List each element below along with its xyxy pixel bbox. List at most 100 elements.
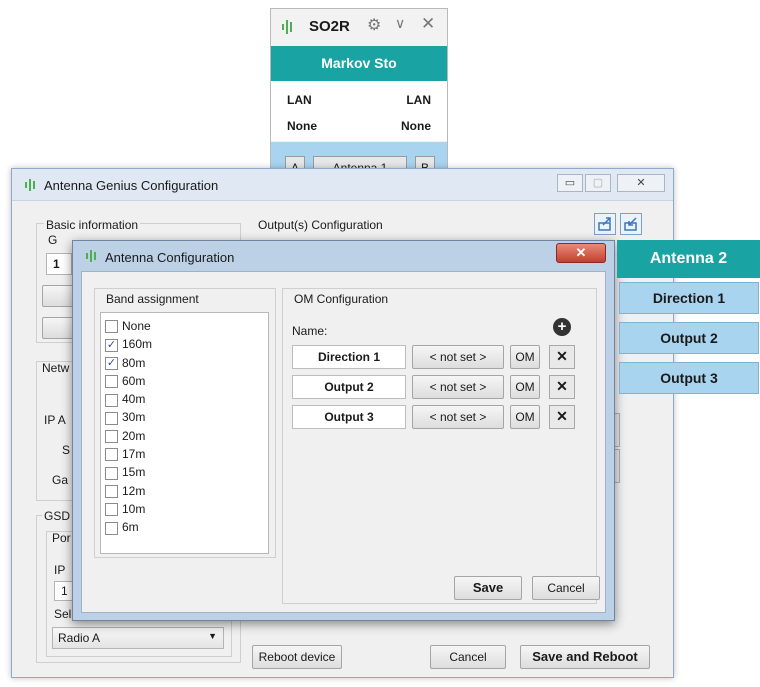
so2r-panel: SO2R ⚙ ∨ ✕ Markov Sto LAN LAN None None … (270, 8, 448, 184)
om-configuration-group (282, 288, 597, 604)
maximize-icon[interactable]: ▢ (585, 174, 611, 192)
dialog-title: Antenna Configuration (105, 250, 235, 265)
left-lan-label: LAN (287, 93, 312, 107)
band-checkbox[interactable]: ✓ (105, 338, 118, 352)
band-checkbox[interactable]: ✓ (105, 356, 118, 370)
delete-icon[interactable]: ✕ (549, 375, 575, 399)
band-checkbox[interactable] (105, 466, 118, 480)
radio-select-value: Radio A (58, 631, 101, 645)
delete-icon[interactable]: ✕ (549, 345, 575, 369)
antenna-side-panel: Antenna 2 Direction 1 Output 2 Output 3 (617, 240, 760, 400)
band-item[interactable]: ✓ 160m (105, 335, 152, 353)
ip-address-label: IP A (44, 413, 66, 427)
side-item-button[interactable]: Output 2 (619, 322, 759, 354)
band-label: 6m (122, 520, 139, 535)
om-name-field[interactable]: Output 2 (292, 375, 406, 399)
band-label: 60m (122, 373, 146, 388)
port-title: Por (52, 531, 71, 545)
basic-value-field[interactable]: 1 (46, 253, 72, 275)
right-lan-label: LAN (406, 93, 431, 107)
chevron-down-icon[interactable]: ∨ (395, 15, 405, 32)
band-checkbox[interactable] (105, 448, 118, 462)
cancel-button[interactable]: Cancel (430, 645, 506, 669)
band-checkbox[interactable] (105, 503, 118, 517)
band-label: 160m (122, 337, 153, 352)
side-item-button[interactable]: Output 3 (619, 362, 759, 394)
cancel-button[interactable]: Cancel (532, 576, 600, 600)
basic-fragment: G (48, 233, 58, 247)
band-checkbox[interactable] (105, 485, 118, 498)
outputs-configuration-title: Output(s) Configuration (258, 218, 383, 232)
band-item[interactable]: 20m (105, 427, 152, 445)
band-label: None (122, 319, 151, 333)
close-icon[interactable]: ✕ (617, 174, 665, 192)
band-list: None ✓ 160m ✓ 80m 60m 40m 30m 20m 17m 15m 12m 10m 6m (100, 312, 269, 554)
radio-select[interactable]: Radio A ▼ (52, 627, 224, 649)
band-label: 15m (122, 465, 146, 480)
band-label: 20m (122, 428, 146, 443)
band-item[interactable]: 40m (105, 390, 152, 408)
operator-banner: Markov Sto (271, 46, 447, 81)
om-name-field[interactable]: Direction 1 (292, 345, 406, 369)
band-label: 80m (122, 355, 146, 370)
band-checkbox[interactable] (105, 411, 118, 425)
close-icon[interactable]: ✕ (556, 243, 606, 263)
not-set-button[interactable]: < not set > (412, 405, 504, 429)
band-item[interactable]: 6m (105, 518, 152, 536)
band-item[interactable]: 12m (105, 482, 152, 500)
band-label: 12m (122, 483, 146, 498)
not-set-button[interactable]: < not set > (412, 345, 504, 369)
name-label: Name: (292, 324, 328, 338)
lan-info: LAN LAN None None (271, 81, 447, 141)
delete-icon[interactable]: ✕ (549, 405, 575, 429)
not-set-button[interactable]: < not set > (412, 375, 504, 399)
window-title: Antenna Genius Configuration (44, 178, 219, 193)
om-button[interactable]: OM (510, 345, 540, 369)
logo-icon (25, 179, 35, 191)
band-checkbox[interactable] (105, 320, 118, 334)
logo-icon (282, 20, 292, 34)
save-and-reboot-button[interactable]: Save and Reboot (520, 645, 650, 669)
side-item-button[interactable]: Direction 1 (619, 282, 759, 314)
band-checkbox[interactable] (105, 430, 118, 444)
band-item[interactable]: 17m (105, 445, 152, 463)
band-checkbox[interactable] (105, 521, 118, 535)
band-label: 30m (122, 410, 146, 425)
import-icon[interactable] (620, 213, 642, 235)
band-label: 17m (122, 447, 146, 462)
band-container: None ✓ 160m ✓ 80m 60m 40m 30m 20m 17m 15m 12m 10m 6m (105, 317, 152, 537)
export-icon[interactable] (594, 213, 616, 235)
gateway-label: Ga (52, 473, 69, 487)
om-name-field[interactable]: Output 3 (292, 405, 406, 429)
select-label: Sel (54, 607, 72, 621)
logo-icon (86, 250, 96, 262)
left-lan-value: None (287, 119, 317, 133)
antenna-configuration-dialog: Antenna Configuration ✕ Band assignment … (72, 240, 615, 621)
om-button[interactable]: OM (510, 405, 540, 429)
band-item[interactable]: 30m (105, 408, 152, 426)
band-checkbox[interactable] (105, 393, 118, 407)
band-item[interactable]: 10m (105, 500, 152, 518)
add-icon[interactable]: + (553, 318, 571, 336)
dialog-body: Band assignment None ✓ 160m ✓ 80m 60m 40m 30m 20… (81, 271, 606, 613)
band-item[interactable]: None (105, 317, 152, 335)
gear-icon[interactable]: ⚙ (367, 15, 381, 35)
om-button[interactable]: OM (510, 375, 540, 399)
subnet-label: S (62, 443, 71, 457)
save-button[interactable]: Save (454, 576, 522, 600)
so2r-header: SO2R ⚙ ∨ ✕ (271, 9, 447, 45)
ip-label: IP (54, 563, 66, 577)
band-item[interactable]: 60m (105, 372, 152, 390)
band-checkbox[interactable] (105, 375, 118, 389)
band-label: 40m (122, 392, 146, 407)
reboot-device-button[interactable]: Reboot device (252, 645, 342, 669)
band-assignment-title: Band assignment (106, 292, 199, 306)
band-item[interactable]: 15m (105, 463, 152, 481)
band-item[interactable]: ✓ 80m (105, 354, 152, 372)
dropdown-arrow-icon: ▼ (208, 631, 217, 641)
close-icon[interactable]: ✕ (421, 14, 435, 34)
network-title: Netw (42, 361, 70, 375)
minimize-icon[interactable]: ▭ (557, 174, 583, 192)
basic-information-title: Basic information (44, 218, 141, 232)
title-bar: Antenna Genius Configuration ▭ ▢ ✕ (12, 169, 673, 201)
